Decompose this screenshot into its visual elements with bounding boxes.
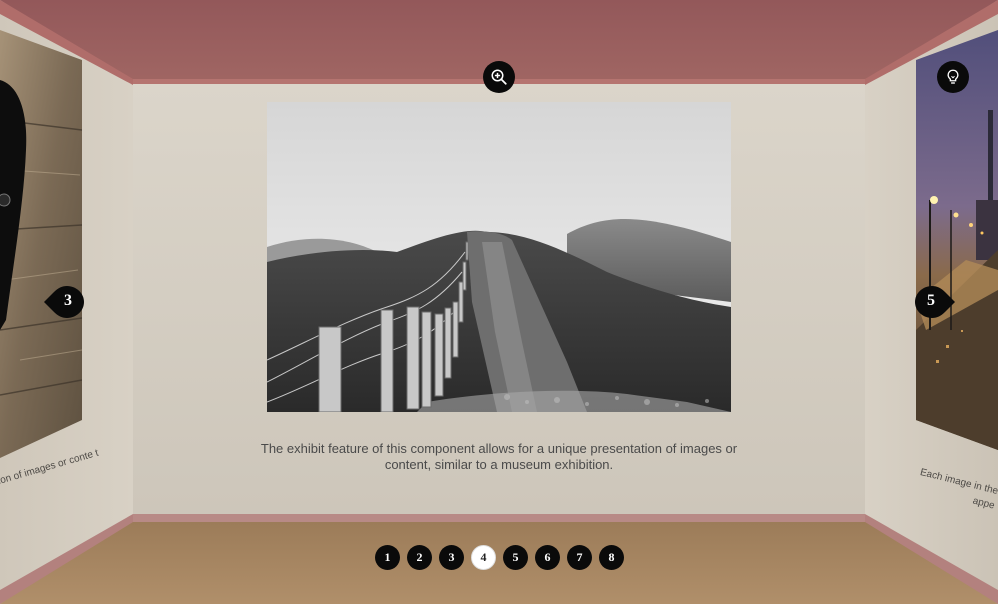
page-dot-3[interactable]: 3 <box>439 545 464 570</box>
page-dot-6[interactable]: 6 <box>535 545 560 570</box>
info-button[interactable] <box>937 61 969 93</box>
page-dot-5[interactable]: 5 <box>503 545 528 570</box>
zoom-in-icon <box>491 69 507 85</box>
pagination: 1 2 3 4 5 6 7 8 <box>375 545 624 570</box>
page-dot-4-active[interactable]: 4 <box>471 545 496 570</box>
lightbulb-icon <box>947 69 959 84</box>
next-exhibit-button[interactable]: 5 <box>913 284 955 320</box>
page-dot-2[interactable]: 2 <box>407 545 432 570</box>
page-dot-7[interactable]: 7 <box>567 545 592 570</box>
prev-exhibit-number: 3 <box>64 292 72 309</box>
zoom-button[interactable] <box>483 61 515 93</box>
exhibit-room: ection of images or conte t <box>0 0 998 604</box>
prev-exhibit-button[interactable]: 3 <box>44 284 84 320</box>
page-dot-1[interactable]: 1 <box>375 545 400 570</box>
dog-on-wood-photo-icon <box>0 30 82 458</box>
left-exhibit-image[interactable] <box>0 0 82 460</box>
page-dot-8[interactable]: 8 <box>599 545 624 570</box>
main-exhibit-caption: The exhibit feature of this component al… <box>260 441 738 472</box>
main-exhibit-image[interactable] <box>267 102 731 412</box>
landscape-hill-fence-photo-icon <box>267 102 731 412</box>
next-exhibit-number: 5 <box>927 292 935 309</box>
